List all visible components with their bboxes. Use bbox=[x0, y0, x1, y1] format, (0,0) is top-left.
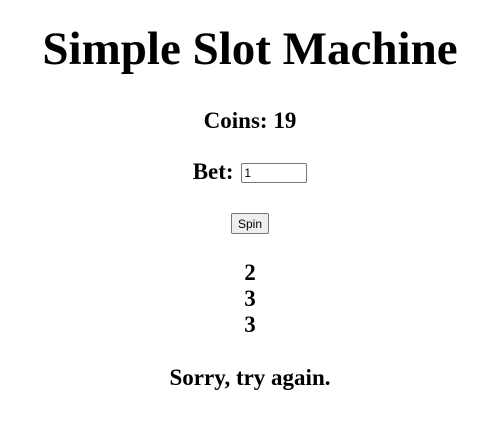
bet-input[interactable] bbox=[241, 163, 308, 183]
result-message: Sorry, try again. bbox=[169, 365, 331, 390]
reel-1: 2 bbox=[244, 260, 256, 285]
reels-display: 2 3 3 bbox=[0, 259, 500, 337]
coins-label: Coins: bbox=[203, 108, 268, 133]
page-title: Simple Slot Machine bbox=[42, 23, 458, 75]
reel-2: 3 bbox=[244, 286, 256, 311]
coins-value: 19 bbox=[273, 108, 297, 133]
bet-label: Bet: bbox=[192, 159, 234, 184]
reel-3: 3 bbox=[244, 312, 256, 337]
bet-row: Bet: bbox=[0, 158, 500, 185]
spin-container: Spin bbox=[0, 213, 500, 234]
spin-button[interactable]: Spin bbox=[230, 213, 270, 234]
coins-display: Coins: 19 bbox=[0, 107, 500, 134]
